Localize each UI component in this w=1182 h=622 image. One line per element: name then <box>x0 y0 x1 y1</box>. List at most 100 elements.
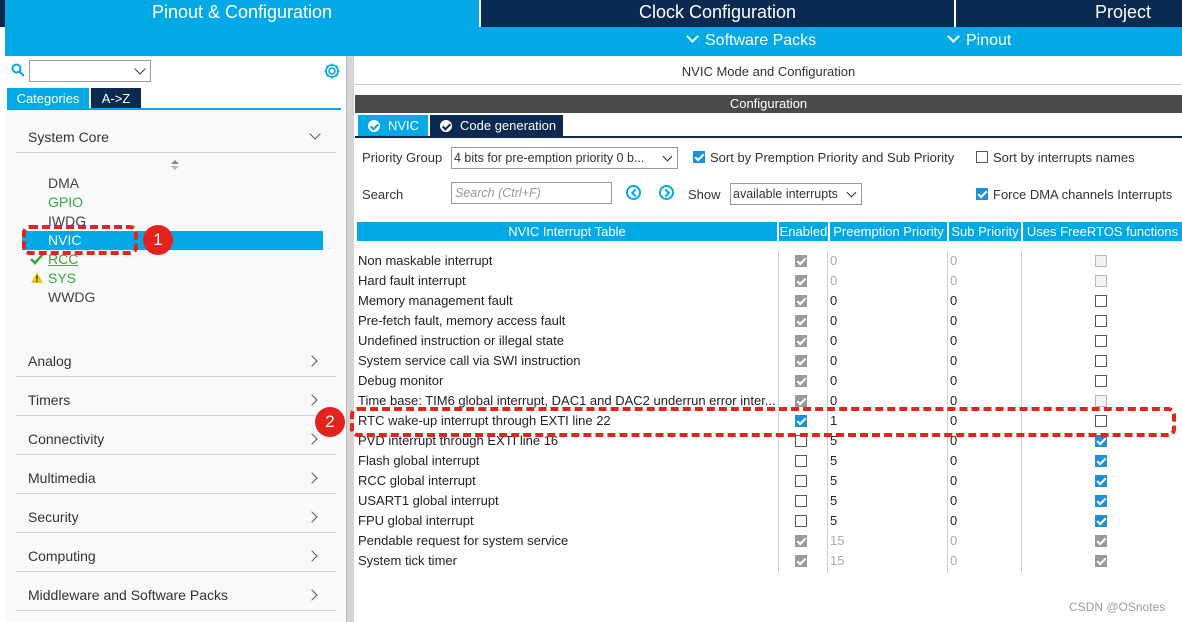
uses-freertos-checkbox[interactable] <box>1095 455 1107 467</box>
group-system-core[interactable]: System Core <box>16 127 336 153</box>
table-row[interactable]: Non maskable interrupt 0 0 <box>357 251 1182 271</box>
preemption-priority-value[interactable]: 15 <box>830 531 945 551</box>
enabled-checkbox[interactable] <box>795 335 807 347</box>
uses-freertos-checkbox[interactable] <box>1095 535 1107 547</box>
force-dma-checkbox[interactable] <box>976 188 988 200</box>
group-connectivity[interactable]: Connectivity <box>16 429 336 455</box>
preemption-priority-value[interactable]: 5 <box>830 471 945 491</box>
preemption-priority-value[interactable]: 5 <box>830 511 945 531</box>
gear-icon[interactable] <box>323 62 341 80</box>
uses-freertos-checkbox[interactable] <box>1095 375 1107 387</box>
table-row[interactable]: USART1 global interrupt 5 0 <box>357 491 1182 511</box>
sub-priority-value[interactable]: 0 <box>950 291 1020 311</box>
enabled-checkbox[interactable] <box>795 355 807 367</box>
group-computing[interactable]: Computing <box>16 546 336 572</box>
sub-priority-value[interactable]: 0 <box>950 271 1020 291</box>
preemption-priority-value[interactable]: 0 <box>830 251 945 271</box>
table-row[interactable]: System service call via SWI instruction 0… <box>357 351 1182 371</box>
table-row[interactable]: FPU global interrupt 5 0 <box>357 511 1182 531</box>
tab-clock-configuration[interactable]: Clock Configuration <box>481 0 954 27</box>
sub-priority-value[interactable]: 0 <box>950 371 1020 391</box>
header-enabled[interactable]: Enabled <box>779 222 828 241</box>
sub-priority-value[interactable]: 0 <box>950 311 1020 331</box>
sub-priority-value[interactable]: 0 <box>950 251 1020 271</box>
enabled-checkbox[interactable] <box>795 375 807 387</box>
enabled-checkbox[interactable] <box>795 455 807 467</box>
table-row[interactable]: Debug monitor 0 0 <box>357 371 1182 391</box>
tab-categories[interactable]: Categories <box>7 88 89 109</box>
enabled-checkbox[interactable] <box>795 515 807 527</box>
table-row[interactable]: Pendable request for system service 15 0 <box>357 531 1182 551</box>
sub-priority-value[interactable]: 0 <box>950 551 1020 571</box>
preemption-priority-value[interactable]: 0 <box>830 311 945 331</box>
sub-priority-value[interactable]: 0 <box>950 511 1020 531</box>
enabled-checkbox[interactable] <box>795 395 807 407</box>
search-previous-button[interactable] <box>626 185 641 200</box>
item-wwdg[interactable]: WWDG <box>48 288 95 306</box>
header-preemption-priority[interactable]: Preemption Priority <box>830 222 947 241</box>
preemption-priority-value[interactable]: 0 <box>830 371 945 391</box>
item-dma[interactable]: DMA <box>48 174 79 192</box>
uses-freertos-checkbox[interactable] <box>1095 395 1107 407</box>
sort-premption-checkbox[interactable] <box>693 151 705 163</box>
sub-priority-value[interactable]: 0 <box>950 531 1020 551</box>
sub-priority-value[interactable]: 0 <box>950 491 1020 511</box>
sort-arrows-icon[interactable] <box>170 159 180 171</box>
category-search-input[interactable] <box>29 60 151 82</box>
preemption-priority-value[interactable]: 0 <box>830 271 945 291</box>
pinout-menu[interactable]: Pinout <box>947 30 1011 50</box>
enabled-checkbox[interactable] <box>795 535 807 547</box>
uses-freertos-checkbox[interactable] <box>1095 275 1107 287</box>
header-sub-priority[interactable]: Sub Priority <box>949 222 1021 241</box>
table-row[interactable]: System tick timer 15 0 <box>357 551 1182 571</box>
sort-names-checkbox[interactable] <box>976 151 988 163</box>
enabled-checkbox[interactable] <box>795 255 807 267</box>
enabled-checkbox[interactable] <box>795 275 807 287</box>
table-row[interactable]: Pre-fetch fault, memory access fault 0 0 <box>357 311 1182 331</box>
table-row[interactable]: Flash global interrupt 5 0 <box>357 451 1182 471</box>
enabled-checkbox[interactable] <box>795 315 807 327</box>
group-analog[interactable]: Analog <box>16 351 336 377</box>
header-uses-freertos[interactable]: Uses FreeRTOS functions <box>1023 222 1182 241</box>
panel-splitter[interactable] <box>346 56 354 622</box>
uses-freertos-checkbox[interactable] <box>1095 315 1107 327</box>
preemption-priority-value[interactable]: 5 <box>830 451 945 471</box>
sub-priority-value[interactable]: 0 <box>950 471 1020 491</box>
interrupt-search-input[interactable]: Search (Ctrl+F) <box>451 182 612 204</box>
uses-freertos-checkbox[interactable] <box>1095 495 1107 507</box>
preemption-priority-value[interactable]: 0 <box>830 331 945 351</box>
item-sys[interactable]: SYS <box>48 269 76 287</box>
table-row[interactable]: RCC global interrupt 5 0 <box>357 471 1182 491</box>
enabled-checkbox[interactable] <box>795 495 807 507</box>
preemption-priority-value[interactable]: 15 <box>830 551 945 571</box>
software-packs-menu[interactable]: Software Packs <box>686 30 816 50</box>
table-row[interactable]: Memory management fault 0 0 <box>357 291 1182 311</box>
group-middleware[interactable]: Middleware and Software Packs <box>16 585 336 611</box>
tab-a-z[interactable]: A->Z <box>91 88 141 109</box>
preemption-priority-value[interactable]: 0 <box>830 291 945 311</box>
enabled-checkbox[interactable] <box>795 295 807 307</box>
uses-freertos-checkbox[interactable] <box>1095 295 1107 307</box>
sub-priority-value[interactable]: 0 <box>950 331 1020 351</box>
sub-priority-value[interactable]: 0 <box>950 351 1020 371</box>
uses-freertos-checkbox[interactable] <box>1095 475 1107 487</box>
show-select[interactable]: available interrupts <box>730 183 862 205</box>
uses-freertos-checkbox[interactable] <box>1095 515 1107 527</box>
uses-freertos-checkbox[interactable] <box>1095 355 1107 367</box>
priority-group-select[interactable]: 4 bits for pre-emption priority 0 b... <box>451 147 678 169</box>
uses-freertos-checkbox[interactable] <box>1095 255 1107 267</box>
uses-freertos-checkbox[interactable] <box>1095 555 1107 567</box>
group-timers[interactable]: Timers <box>16 390 336 416</box>
table-row[interactable]: Undefined instruction or illegal state 0 0 <box>357 331 1182 351</box>
item-gpio[interactable]: GPIO <box>48 193 83 211</box>
group-multimedia[interactable]: Multimedia <box>16 468 336 494</box>
group-security[interactable]: Security <box>16 507 336 533</box>
preemption-priority-value[interactable]: 0 <box>830 351 945 371</box>
tab-project[interactable]: Project <box>956 0 1182 27</box>
uses-freertos-checkbox[interactable] <box>1095 335 1107 347</box>
header-interrupt-table[interactable]: NVIC Interrupt Table <box>357 222 777 241</box>
tab-nvic[interactable]: NVIC <box>358 115 428 137</box>
search-next-button[interactable] <box>659 185 674 200</box>
table-row[interactable]: Hard fault interrupt 0 0 <box>357 271 1182 291</box>
enabled-checkbox[interactable] <box>795 475 807 487</box>
